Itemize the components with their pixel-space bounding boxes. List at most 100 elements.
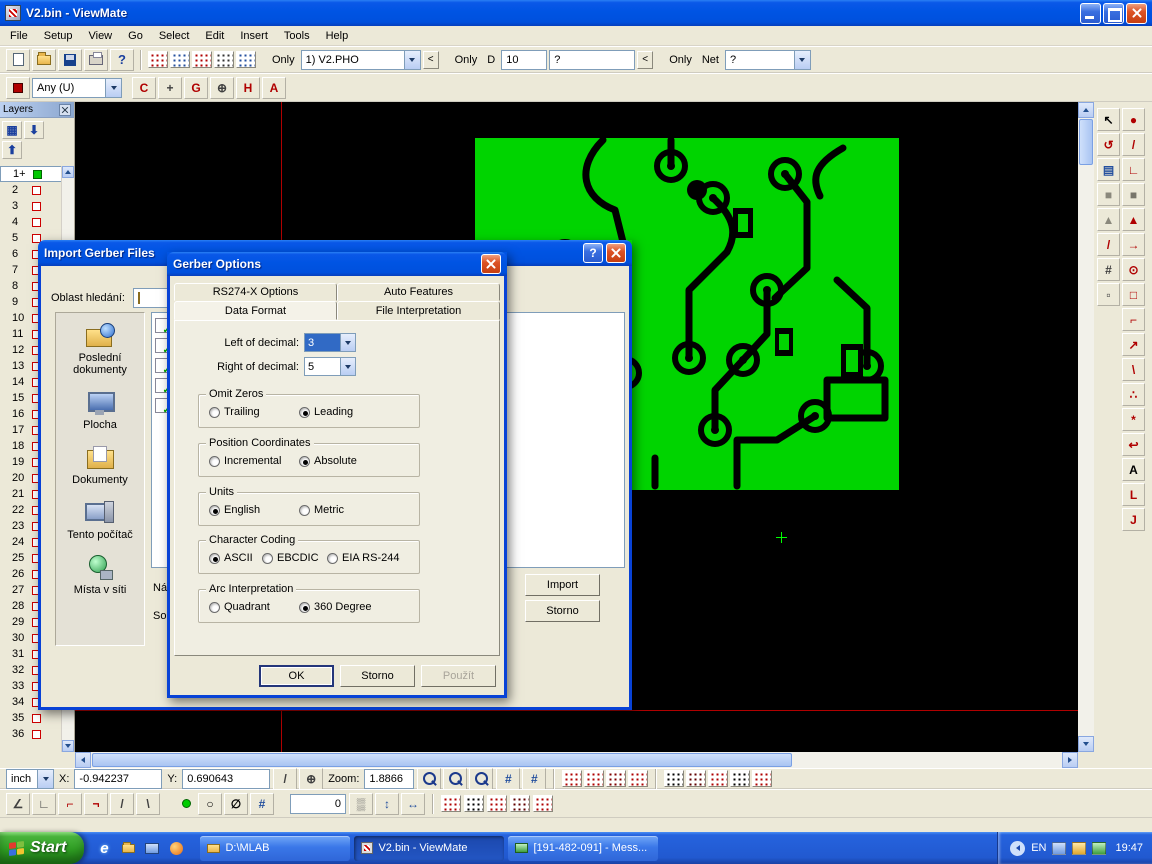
pointer-tool[interactable]: ↖ (1097, 108, 1120, 131)
pad-pattern-icon[interactable] (562, 770, 582, 787)
canvas-horizontal-scrollbar[interactable] (75, 752, 1078, 768)
canvas-vertical-scrollbar[interactable] (1078, 102, 1094, 752)
pad-pattern-icon[interactable] (686, 770, 706, 787)
cancel-button[interactable]: Storno (525, 600, 600, 622)
close-button[interactable] (606, 243, 626, 263)
radio-icon[interactable] (209, 505, 220, 516)
net-select-combo[interactable]: ? (725, 50, 811, 70)
menu-item[interactable]: Help (318, 28, 357, 44)
tray-shield-icon[interactable] (1092, 842, 1106, 855)
tray-volume-icon[interactable] (1072, 842, 1086, 855)
chevron-down-icon[interactable] (37, 770, 53, 788)
vector-tool[interactable]: ↗ (1122, 333, 1145, 356)
dots-tool[interactable]: ∴ (1122, 383, 1145, 406)
center-icon[interactable]: + (158, 77, 182, 99)
select-filter-combo[interactable]: Any (U) (32, 78, 122, 98)
origin-icon[interactable]: ⊕ (210, 77, 234, 99)
radio-english[interactable]: English (209, 504, 260, 516)
slash-tool[interactable]: \ (1122, 358, 1145, 381)
start-button[interactable]: Start (0, 832, 84, 864)
layer-row[interactable]: 4 (0, 214, 62, 230)
layer-color-swatch[interactable] (32, 730, 41, 739)
layer-color-swatch[interactable] (33, 170, 42, 179)
tab-file-interpretation[interactable]: File Interpretation (337, 301, 500, 320)
target-icon[interactable]: ⊕ (299, 768, 323, 790)
radio-ebcdic[interactable]: EBCDIC (262, 552, 319, 564)
highlight-icon[interactable]: H (236, 77, 260, 99)
new-file-icon[interactable] (6, 49, 30, 71)
menu-item[interactable]: View (80, 28, 120, 44)
pad-pattern-icon[interactable] (487, 795, 507, 812)
left-of-decimal-combo[interactable]: 3 (304, 333, 356, 352)
radio-metric[interactable]: Metric (299, 504, 344, 516)
place-recent-documents[interactable]: Poslední dokumenty (58, 323, 142, 376)
measure-angle-icon[interactable]: ∟ (32, 793, 56, 815)
radio-icon[interactable] (327, 553, 338, 564)
tray-network-icon[interactable] (1052, 842, 1066, 855)
elbow-tool[interactable]: ∟ (1122, 158, 1145, 181)
browser-icon[interactable] (165, 836, 187, 860)
title-bar[interactable]: V2.bin - ViewMate (0, 0, 1152, 26)
grid-style-icon[interactable]: # (522, 768, 546, 790)
import-button[interactable]: Import (525, 574, 600, 596)
restore-button[interactable] (1103, 3, 1124, 24)
grid-small-icon[interactable]: # (250, 793, 274, 815)
tab-data-format[interactable]: Data Format (174, 301, 337, 320)
prev-dcode-button[interactable]: < (637, 51, 653, 69)
chevron-down-icon[interactable] (340, 358, 355, 375)
report-icon[interactable] (236, 51, 256, 68)
layers-table-icon[interactable]: ▦ (2, 121, 22, 139)
scroll-down-icon[interactable] (1078, 736, 1094, 752)
context-help-icon[interactable] (110, 49, 134, 71)
radio-360-degree[interactable]: 360 Degree (299, 601, 372, 613)
tab-auto-features[interactable]: Auto Features (337, 283, 500, 301)
slope-icon[interactable]: / (110, 793, 134, 815)
layer-down-icon[interactable]: ⬇ (24, 121, 44, 139)
only-dcode-label[interactable]: Only (451, 54, 482, 66)
pad-pattern-icon[interactable] (464, 795, 484, 812)
print-icon[interactable] (84, 49, 108, 71)
pad-pattern-icon[interactable] (606, 770, 626, 787)
grid-toggle-icon[interactable]: # (496, 768, 520, 790)
menu-item[interactable]: Setup (36, 28, 81, 44)
dcode-input[interactable]: 10 (501, 50, 547, 70)
scroll-down-icon[interactable] (62, 740, 74, 752)
snap-grid-tool[interactable]: # (1097, 258, 1120, 281)
grid-value-field[interactable]: 0 (290, 794, 346, 814)
task-button-mlab[interactable]: D:\MLAB (200, 836, 350, 861)
film-tool[interactable]: ■ (1097, 183, 1120, 206)
trace-tool[interactable]: / (1122, 133, 1145, 156)
pad-pattern-icon[interactable] (664, 770, 684, 787)
scroll-up-icon[interactable] (62, 166, 74, 178)
prev-layer-button[interactable]: < (423, 51, 439, 69)
tab-rs274x-options[interactable]: RS274-X Options (174, 283, 337, 301)
ok-button[interactable]: OK (259, 665, 334, 687)
query-tool[interactable]: ▤ (1097, 158, 1120, 181)
pad-tool[interactable]: ● (1122, 108, 1145, 131)
pan-arrows-icon[interactable]: ↔ (401, 793, 425, 815)
filled-rect-tool[interactable]: ■ (1122, 183, 1145, 206)
circle-aperture-icon[interactable]: ○ (198, 793, 222, 815)
dcode-table-icon[interactable] (148, 51, 168, 68)
layer-color-swatch[interactable] (32, 202, 41, 211)
only-net-label[interactable]: Only (665, 54, 696, 66)
scroll-right-icon[interactable] (1062, 752, 1078, 768)
radio-icon[interactable] (209, 602, 220, 613)
dot-grid-icon[interactable]: ▒ (349, 793, 373, 815)
layer-color-swatch[interactable] (32, 218, 41, 227)
close-button[interactable] (481, 254, 501, 274)
y-coordinate-field[interactable]: 0.690643 (182, 769, 270, 789)
scroll-left-icon[interactable] (75, 752, 91, 768)
gerber-dialog-title-bar[interactable]: Gerber Options (167, 252, 507, 276)
star-tool[interactable]: * (1122, 408, 1145, 431)
menu-item[interactable]: Select (151, 28, 198, 44)
radio-trailing[interactable]: Trailing (209, 406, 260, 418)
measure-y-icon[interactable]: ¬ (84, 793, 108, 815)
radio-ascii[interactable]: ASCII (209, 552, 253, 564)
mirror-tool[interactable]: ▲ (1097, 208, 1120, 231)
text-info-icon[interactable] (170, 51, 190, 68)
goto-icon[interactable]: G (184, 77, 208, 99)
layer-row[interactable]: 2 (0, 182, 62, 198)
vertical-scroll-thumb[interactable] (1079, 119, 1093, 165)
radio-eia-rs244[interactable]: EIA RS-244 (327, 552, 399, 564)
